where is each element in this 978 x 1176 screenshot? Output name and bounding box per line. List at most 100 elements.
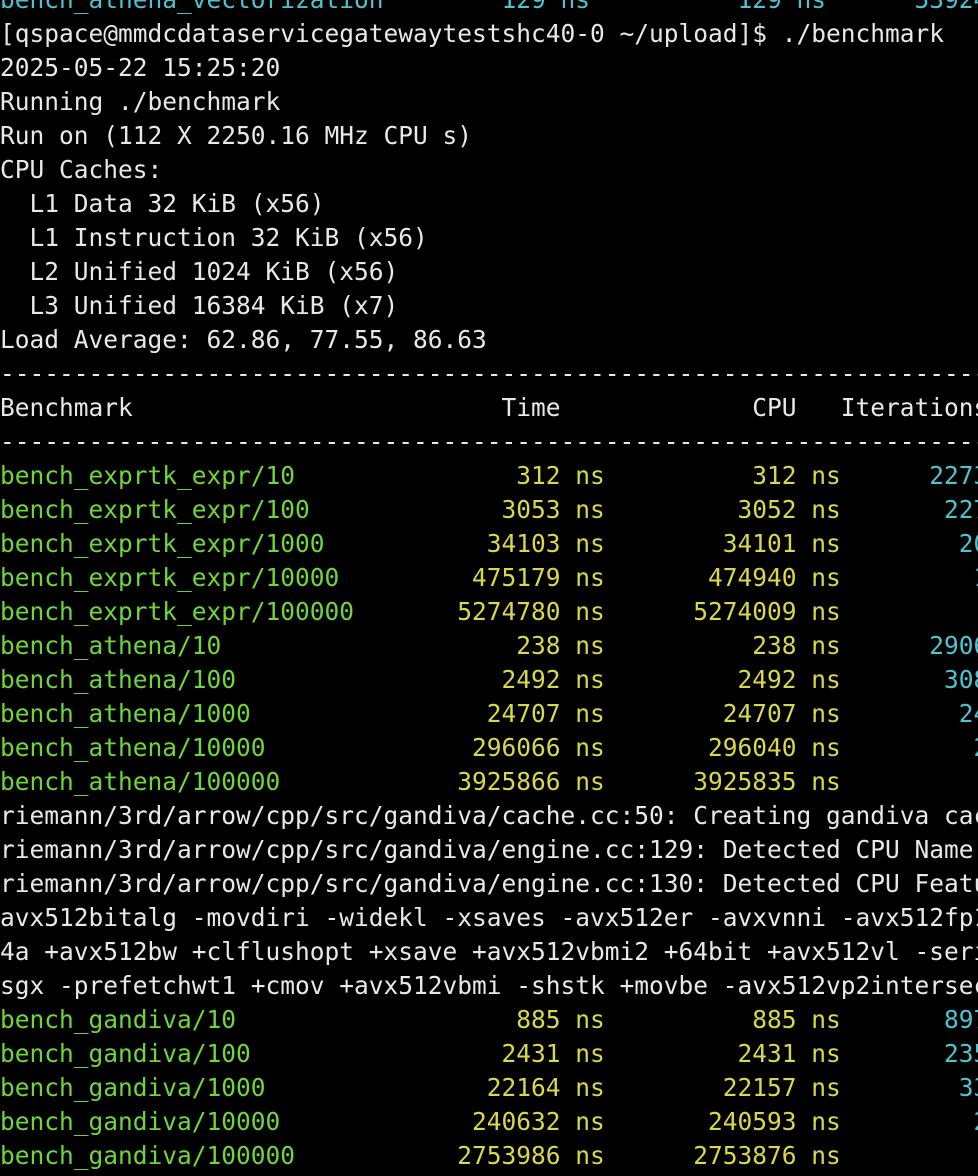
terminal-text: bench_gandiva/1000 — [0, 1073, 458, 1102]
terminal-line: L3 Unified 16384 KiB (x7) — [0, 289, 978, 323]
terminal-line: sgx -prefetchwt1 +cmov +avx512vbmi -shst… — [0, 969, 978, 1003]
terminal-text: 2400 — [885, 733, 978, 762]
terminal-text: 885 ns 885 ns — [457, 1005, 886, 1034]
terminal-text: 2753986 ns 2753876 ns — [457, 1141, 886, 1170]
terminal-text: 238 ns 238 ns — [457, 631, 886, 660]
terminal-text: L2 Unified 1024 KiB (x56) — [0, 257, 399, 286]
terminal-text: 33447 — [958, 1073, 978, 1102]
terminal-text: 2538 — [885, 1107, 978, 1136]
terminal-line: bench_exprtk_expr/10 312 ns 312 ns 22734… — [0, 459, 978, 493]
terminal-text: 2025-05-22 15:25:20 — [0, 53, 281, 82]
terminal-line: ----------------------------------------… — [0, 357, 978, 391]
terminal-line: avx512bitalg -movdiri -widekl -xsaves -a… — [0, 901, 978, 935]
terminal-text: Benchmark Time CPU Iterations — [0, 393, 978, 422]
terminal-text: 260 — [885, 1141, 978, 1170]
terminal-text: CPU Caches: — [0, 155, 163, 184]
terminal-text: riemann/3rd/arrow/cpp/src/gandiva/engine… — [0, 835, 978, 864]
terminal-text: 235677 — [944, 1039, 978, 1068]
terminal-text: 174 — [885, 767, 978, 796]
terminal-text: sgx -prefetchwt1 +cmov +avx512vbmi -shst… — [0, 971, 978, 1000]
terminal-text: bench_gandiva/10000 — [0, 1107, 458, 1136]
terminal-line: L1 Data 32 KiB (x56) — [0, 187, 978, 221]
terminal-line: bench_athena/10 238 ns 238 ns 2906915 — [0, 629, 978, 663]
terminal-text: 2906915 — [929, 631, 978, 660]
terminal-text: Run on (112 X 2250.16 MHz CPU s) — [0, 121, 473, 150]
terminal-line: riemann/3rd/arrow/cpp/src/gandiva/engine… — [0, 833, 978, 867]
terminal-text: Load Average: 62.86, 77.55, 86.63 — [0, 325, 487, 354]
terminal-line: Run on (112 X 2250.16 MHz CPU s) — [0, 119, 978, 153]
terminal-text: 308950 — [944, 665, 978, 694]
terminal-text: 3053 ns 3052 ns — [457, 495, 886, 524]
terminal-text: 5274780 ns 5274009 ns — [457, 597, 886, 626]
terminal-line: bench_athena/1000 24707 ns 24707 ns 2452… — [0, 697, 978, 731]
terminal-text: 897432 — [944, 1005, 978, 1034]
terminal-text: Running ./benchmark — [0, 87, 281, 116]
terminal-text: 2431 ns 2431 ns — [457, 1039, 886, 1068]
terminal-text: avx512bitalg -movdiri -widekl -xsaves -a… — [0, 903, 978, 932]
terminal-text: bench_exprtk_expr/100 — [0, 495, 458, 524]
terminal-text: riemann/3rd/arrow/cpp/src/gandiva/engine… — [0, 869, 978, 898]
terminal-line: L1 Instruction 32 KiB (x56) — [0, 221, 978, 255]
terminal-line: bench_gandiva/1000 22164 ns 22157 ns 334… — [0, 1071, 978, 1105]
terminal-text: bench_athena/10 — [0, 631, 458, 660]
terminal-line: riemann/3rd/arrow/cpp/src/gandiva/engine… — [0, 867, 978, 901]
terminal-line: Load Average: 62.86, 77.55, 86.63 — [0, 323, 978, 357]
terminal-line: bench_athena/10000 296066 ns 296040 ns 2… — [0, 731, 978, 765]
terminal-line: ----------------------------------------… — [0, 425, 978, 459]
terminal-text: bench_exprtk_expr/1000 — [0, 529, 458, 558]
terminal-line: CPU Caches: — [0, 153, 978, 187]
terminal-line: 4a +avx512bw +clflushopt +xsave +avx512v… — [0, 935, 978, 969]
terminal-output: bench_athena_vectorization 129 ns 129 ns… — [0, 0, 978, 1176]
terminal-text: bench_athena/100 — [0, 665, 458, 694]
terminal-text: 22164 ns 22157 ns — [457, 1073, 886, 1102]
terminal-line: Benchmark Time CPU Iterations — [0, 391, 978, 425]
terminal-text: bench_exprtk_expr/10000 — [0, 563, 458, 592]
terminal-line: bench_athena/100000 3925866 ns 3925835 n… — [0, 765, 978, 799]
terminal-text: bench_gandiva/10 — [0, 1005, 458, 1034]
terminal-text: 312 ns 312 ns — [457, 461, 886, 490]
terminal-line: bench_exprtk_expr/100 3053 ns 3052 ns 22… — [0, 493, 978, 527]
terminal-text: bench_athena_vectorization 129 ns 129 ns… — [0, 0, 978, 14]
terminal-text: bench_gandiva/100 — [0, 1039, 458, 1068]
terminal-line: bench_exprtk_expr/10000 475179 ns 474940… — [0, 561, 978, 595]
terminal-line: L2 Unified 1024 KiB (x56) — [0, 255, 978, 289]
terminal-text: 2273440 — [929, 461, 978, 490]
terminal-line: Running ./benchmark — [0, 85, 978, 119]
terminal-line: bench_gandiva/100000 2753986 ns 2753876 … — [0, 1139, 978, 1173]
terminal-text: L1 Instruction 32 KiB (x56) — [0, 223, 428, 252]
terminal-text: bench_athena/100000 — [0, 767, 458, 796]
terminal-text: bench_athena/1000 — [0, 699, 458, 728]
terminal-window[interactable]: bench_athena_vectorization 129 ns 129 ns… — [0, 0, 978, 1176]
terminal-text: 20956 — [958, 529, 978, 558]
terminal-text: 475179 ns 474940 ns — [457, 563, 886, 592]
terminal-line: bench_athena_vectorization 129 ns 129 ns… — [0, 0, 978, 17]
terminal-text: ----------------------------------------… — [0, 427, 978, 456]
terminal-text: riemann/3rd/arrow/cpp/src/gandiva/cache.… — [0, 801, 978, 830]
terminal-text: [qspace@mmdcdataservicegatewaytestshc40-… — [0, 19, 945, 48]
terminal-text: bench_exprtk_expr/10 — [0, 461, 458, 490]
terminal-text: 240632 ns 240593 ns — [457, 1107, 886, 1136]
terminal-text: L3 Unified 16384 KiB (x7) — [0, 291, 399, 320]
terminal-line: riemann/3rd/arrow/cpp/src/gandiva/cache.… — [0, 799, 978, 833]
terminal-text: 24707 ns 24707 ns — [457, 699, 886, 728]
terminal-text: 1380 — [885, 563, 978, 592]
terminal-line: bench_athena/100 2492 ns 2492 ns 308950 — [0, 663, 978, 697]
terminal-text: bench_exprtk_expr/100000 — [0, 597, 458, 626]
terminal-line: bench_gandiva/10000 240632 ns 240593 ns … — [0, 1105, 978, 1139]
terminal-text: bench_gandiva/100000 — [0, 1141, 458, 1170]
terminal-line: [qspace@mmdcdataservicegatewaytestshc40-… — [0, 17, 978, 51]
terminal-text: 2492 ns 2492 ns — [457, 665, 886, 694]
terminal-line: bench_gandiva/10 885 ns 885 ns 897432 — [0, 1003, 978, 1037]
terminal-text: 296066 ns 296040 ns — [457, 733, 886, 762]
terminal-text: 34103 ns 34101 ns — [457, 529, 886, 558]
terminal-text: ----------------------------------------… — [0, 359, 978, 388]
terminal-line: bench_gandiva/100 2431 ns 2431 ns 235677 — [0, 1037, 978, 1071]
terminal-line: bench_exprtk_expr/1000 34103 ns 34101 ns… — [0, 527, 978, 561]
terminal-text: L1 Data 32 KiB (x56) — [0, 189, 325, 218]
terminal-text: 227672 — [944, 495, 978, 524]
terminal-line: bench_exprtk_expr/100000 5274780 ns 5274… — [0, 595, 978, 629]
terminal-text: 24524 — [958, 699, 978, 728]
terminal-text: 3925866 ns 3925835 ns — [457, 767, 886, 796]
terminal-line: 2025-05-22 15:25:20 — [0, 51, 978, 85]
terminal-text: 4a +avx512bw +clflushopt +xsave +avx512v… — [0, 937, 978, 966]
